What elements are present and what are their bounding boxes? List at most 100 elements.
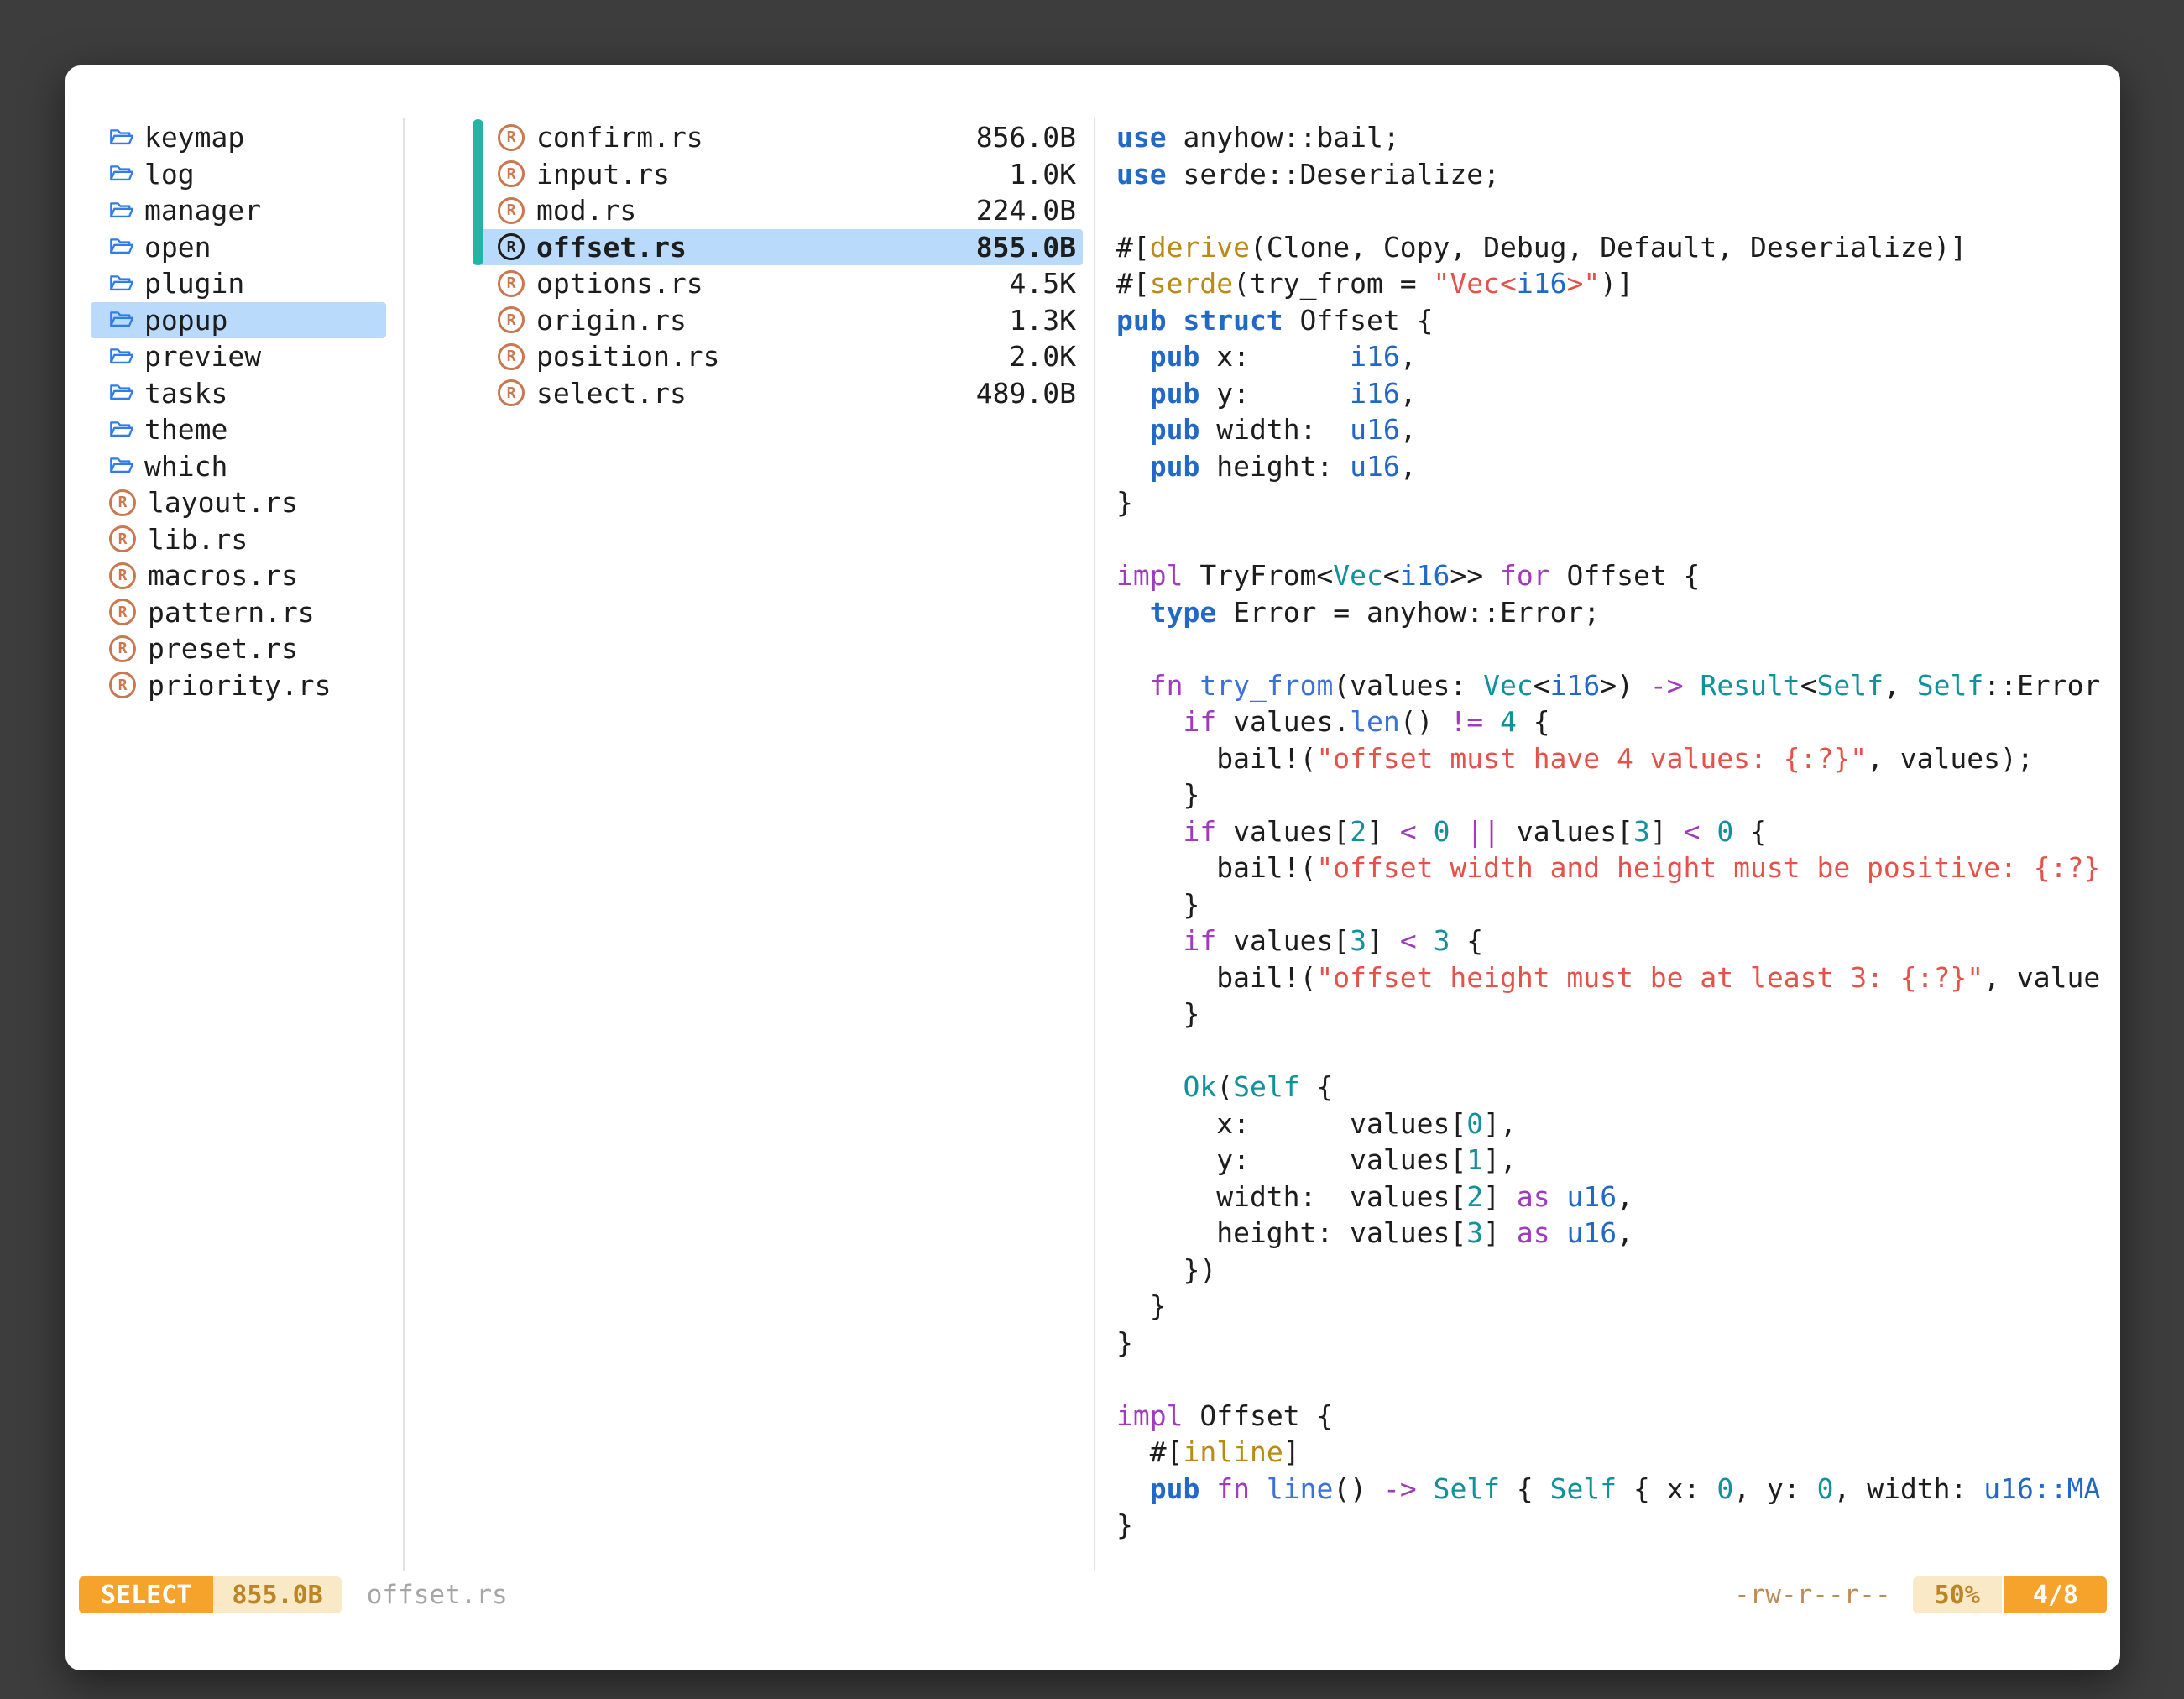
file-row-position-rs[interactable]: position.rs2.0K (473, 338, 1083, 375)
file-size: 2.0K (1010, 340, 1076, 373)
sidebar-item-open[interactable]: open (91, 229, 386, 266)
sidebar-item-preview[interactable]: preview (91, 338, 386, 375)
scrollbar[interactable] (473, 119, 483, 265)
parent-directory-pane: keymap logmanager openpluginpopuppreview ta… (79, 119, 403, 703)
code-line: if values[3] < 3 { (1116, 923, 2120, 959)
rust-file-icon (109, 635, 136, 662)
file-row-offset-rs[interactable]: offset.rs855.0B (473, 229, 1083, 266)
sidebar-item-label: pattern.rs (148, 596, 315, 629)
file-manager-window: keymap logmanager openpluginpopuppreview ta… (65, 65, 2120, 1670)
sidebar-item-label: preview (144, 340, 261, 373)
code-line: fn try_from(values: Vec<i16>) -> Result<… (1116, 667, 2120, 704)
file-row-confirm-rs[interactable]: confirm.rs856.0B (473, 119, 1083, 156)
sidebar-item-label: open (144, 231, 211, 264)
rust-file-icon (498, 160, 525, 187)
file-size: 224.0B (976, 194, 1076, 227)
sidebar-item-label: priority.rs (148, 669, 332, 702)
sidebar-item-which[interactable]: which (91, 448, 386, 485)
code-line: pub width: u16, (1116, 411, 2120, 448)
sidebar-item-theme[interactable]: theme (91, 411, 386, 448)
rust-file-icon (498, 270, 525, 297)
code-line (1116, 521, 2120, 558)
status-filename: offset.rs (367, 1580, 508, 1610)
code-line: impl Offset { (1116, 1398, 2120, 1435)
sidebar-item-keymap[interactable]: keymap (91, 119, 386, 156)
code-line: Ok(Self { (1116, 1069, 2120, 1106)
code-line (1116, 1032, 2120, 1069)
sidebar-item-lib-rs[interactable]: lib.rs (91, 521, 386, 558)
sidebar-item-plugin[interactable]: plugin (91, 265, 386, 302)
code-line: type Error = anyhow::Error; (1116, 594, 2120, 631)
file-size: 1.0K (1010, 158, 1076, 191)
code-line: #[inline] (1116, 1434, 2120, 1471)
code-line: } (1116, 886, 2120, 923)
rust-file-icon (109, 599, 136, 625)
code-line: bail!("offset width and height must be p… (1116, 850, 2120, 886)
file-name: select.rs (536, 377, 687, 410)
code-line: } (1116, 996, 2120, 1032)
sidebar-item-manager[interactable]: manager (91, 192, 386, 229)
code-line: #[serde(try_from = "Vec<i16>")] (1116, 265, 2120, 302)
code-line: pub struct Offset { (1116, 302, 2120, 339)
file-size-badge: 855.0B (213, 1576, 341, 1613)
folder-icon (109, 346, 134, 368)
code-line (1116, 192, 2120, 229)
file-row-input-rs[interactable]: input.rs1.0K (473, 156, 1083, 193)
sidebar-item-log[interactable]: log (91, 156, 386, 193)
sidebar-item-label: tasks (144, 377, 227, 410)
folder-icon (109, 455, 134, 477)
sidebar-item-label: which (144, 450, 227, 483)
sidebar-item-popup[interactable]: popup (91, 302, 386, 339)
sidebar-item-label: popup (144, 304, 227, 337)
file-size: 4.5K (1010, 267, 1076, 300)
file-name: mod.rs (536, 194, 636, 227)
folder-icon (109, 273, 134, 295)
code-line: pub y: i16, (1116, 375, 2120, 412)
status-bar: SELECT 855.0B offset.rs -rw-r--r-- 50% 4… (79, 1576, 2107, 1613)
file-permissions: -rw-r--r-- (1734, 1580, 1891, 1610)
sidebar-item-layout-rs[interactable]: layout.rs (91, 484, 386, 521)
sidebar-item-pattern-rs[interactable]: pattern.rs (91, 594, 386, 631)
sidebar-item-label: lib.rs (148, 523, 248, 556)
file-row-origin-rs[interactable]: origin.rs1.3K (473, 302, 1083, 339)
code-line: bail!("offset height must be at least 3:… (1116, 959, 2120, 996)
code-line: impl TryFrom<Vec<i16>> for Offset { (1116, 557, 2120, 594)
sidebar-item-macros-rs[interactable]: macros.rs (91, 557, 386, 594)
scroll-percent-badge: 50% (1913, 1576, 2002, 1613)
sidebar-item-preset-rs[interactable]: preset.rs (91, 630, 386, 667)
file-preview-pane: use anyhow::bail;use serde::Deserialize;… (1116, 119, 2120, 1544)
code-line: x: values[0], (1116, 1106, 2120, 1142)
pane-divider-right (1094, 118, 1095, 1571)
code-line: y: values[1], (1116, 1142, 2120, 1179)
code-line (1116, 1361, 2120, 1398)
pane-divider-left (403, 118, 405, 1571)
code-line: } (1116, 776, 2120, 813)
status-bar-right: -rw-r--r-- 50% 4/8 (1734, 1576, 2107, 1613)
code-line: if values.len() != 4 { (1116, 703, 2120, 740)
rust-file-icon (498, 233, 525, 260)
mode-badge: SELECT (79, 1576, 213, 1613)
sidebar-item-label: log (144, 158, 195, 191)
code-line: if values[2] < 0 || values[3] < 0 { (1116, 813, 2120, 850)
sidebar-item-label: keymap (144, 121, 244, 154)
file-name: options.rs (536, 267, 703, 300)
code-line: width: values[2] as u16, (1116, 1179, 2120, 1215)
file-row-mod-rs[interactable]: mod.rs 224.0B (473, 192, 1083, 229)
code-line: use serde::Deserialize; (1116, 156, 2120, 193)
sidebar-item-label: manager (144, 194, 261, 227)
rust-file-icon (498, 343, 525, 370)
current-directory-pane: confirm.rs856.0Binput.rs1.0Kmod.rs 224.0B… (473, 119, 1083, 411)
file-size: 489.0B (976, 377, 1076, 410)
sidebar-item-tasks[interactable]: tasks (91, 375, 386, 412)
sidebar-item-priority-rs[interactable]: priority.rs (91, 667, 386, 704)
sidebar-item-label: theme (144, 413, 227, 446)
rust-file-icon (109, 489, 136, 516)
file-row-select-rs[interactable]: select.rs 489.0B (473, 375, 1083, 412)
file-row-options-rs[interactable]: options.rs 4.5K (473, 265, 1083, 302)
rust-file-icon (498, 197, 525, 224)
code-line: pub height: u16, (1116, 448, 2120, 485)
code-line: use anyhow::bail; (1116, 119, 2120, 156)
sidebar-item-label: macros.rs (148, 559, 298, 592)
rust-file-icon (498, 124, 525, 151)
cursor-position-badge: 4/8 (2004, 1576, 2107, 1613)
